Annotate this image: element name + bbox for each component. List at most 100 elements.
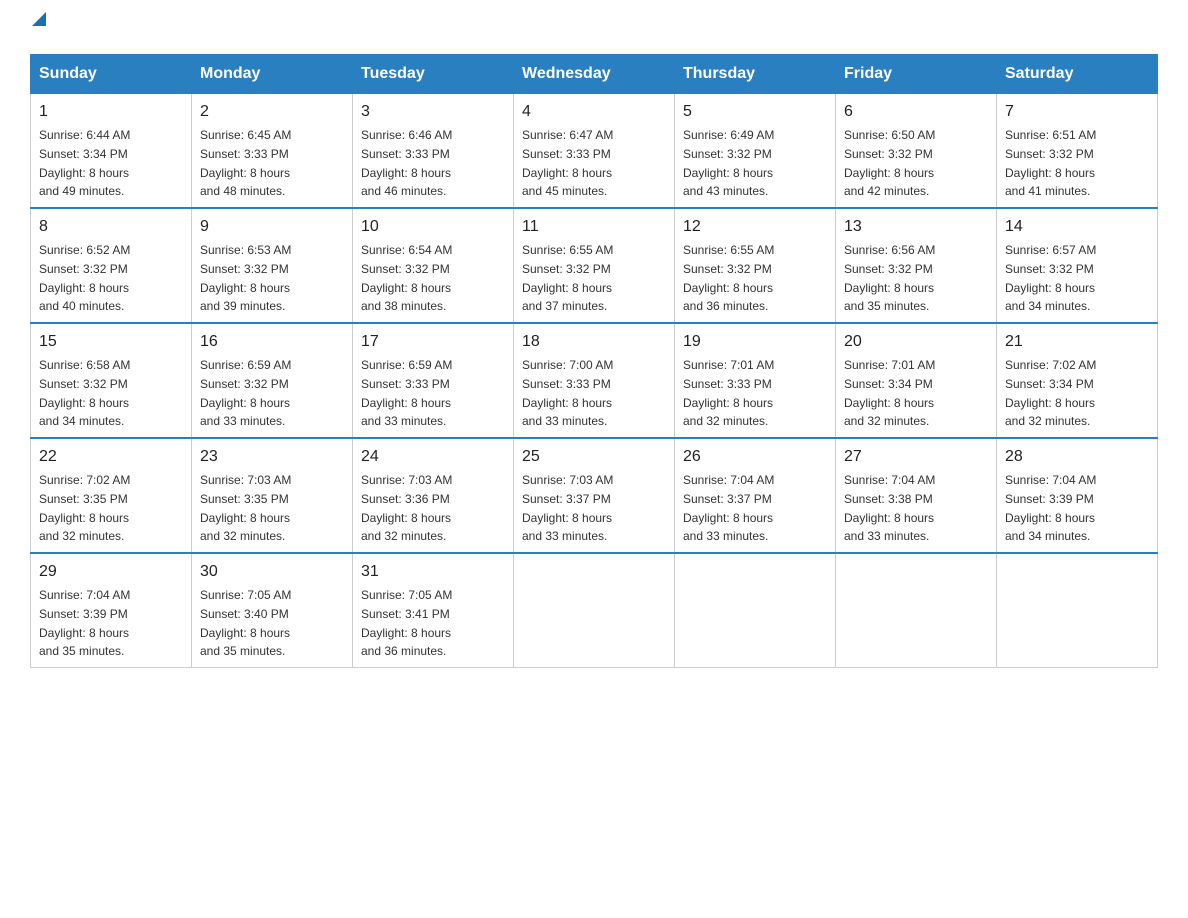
day-number: 25 <box>522 445 666 469</box>
calendar-week-row: 22 Sunrise: 7:02 AMSunset: 3:35 PMDaylig… <box>31 438 1158 553</box>
calendar-header-row: SundayMondayTuesdayWednesdayThursdayFrid… <box>31 55 1158 94</box>
day-number: 31 <box>361 560 505 584</box>
calendar-cell: 28 Sunrise: 7:04 AMSunset: 3:39 PMDaylig… <box>997 438 1158 553</box>
day-info: Sunrise: 7:03 AMSunset: 3:37 PMDaylight:… <box>522 473 613 543</box>
calendar-cell: 22 Sunrise: 7:02 AMSunset: 3:35 PMDaylig… <box>31 438 192 553</box>
calendar-cell: 12 Sunrise: 6:55 AMSunset: 3:32 PMDaylig… <box>675 208 836 323</box>
day-info: Sunrise: 7:04 AMSunset: 3:37 PMDaylight:… <box>683 473 774 543</box>
day-info: Sunrise: 6:50 AMSunset: 3:32 PMDaylight:… <box>844 128 935 198</box>
day-number: 21 <box>1005 330 1149 354</box>
calendar-cell: 25 Sunrise: 7:03 AMSunset: 3:37 PMDaylig… <box>514 438 675 553</box>
day-info: Sunrise: 6:55 AMSunset: 3:32 PMDaylight:… <box>683 243 774 313</box>
day-number: 16 <box>200 330 344 354</box>
day-number: 4 <box>522 100 666 124</box>
calendar-cell: 3 Sunrise: 6:46 AMSunset: 3:33 PMDayligh… <box>353 94 514 209</box>
calendar-cell: 8 Sunrise: 6:52 AMSunset: 3:32 PMDayligh… <box>31 208 192 323</box>
day-info: Sunrise: 7:01 AMSunset: 3:33 PMDaylight:… <box>683 358 774 428</box>
day-info: Sunrise: 6:51 AMSunset: 3:32 PMDaylight:… <box>1005 128 1096 198</box>
day-info: Sunrise: 7:00 AMSunset: 3:33 PMDaylight:… <box>522 358 613 428</box>
calendar-cell: 16 Sunrise: 6:59 AMSunset: 3:32 PMDaylig… <box>192 323 353 438</box>
day-number: 3 <box>361 100 505 124</box>
day-number: 13 <box>844 215 988 239</box>
calendar-cell: 21 Sunrise: 7:02 AMSunset: 3:34 PMDaylig… <box>997 323 1158 438</box>
calendar-cell: 2 Sunrise: 6:45 AMSunset: 3:33 PMDayligh… <box>192 94 353 209</box>
day-number: 28 <box>1005 445 1149 469</box>
calendar-cell <box>514 553 675 668</box>
calendar-cell: 19 Sunrise: 7:01 AMSunset: 3:33 PMDaylig… <box>675 323 836 438</box>
calendar-cell: 5 Sunrise: 6:49 AMSunset: 3:32 PMDayligh… <box>675 94 836 209</box>
calendar-cell: 1 Sunrise: 6:44 AMSunset: 3:34 PMDayligh… <box>31 94 192 209</box>
calendar-cell: 4 Sunrise: 6:47 AMSunset: 3:33 PMDayligh… <box>514 94 675 209</box>
day-info: Sunrise: 7:02 AMSunset: 3:34 PMDaylight:… <box>1005 358 1096 428</box>
calendar-cell: 6 Sunrise: 6:50 AMSunset: 3:32 PMDayligh… <box>836 94 997 209</box>
day-number: 14 <box>1005 215 1149 239</box>
calendar-week-row: 29 Sunrise: 7:04 AMSunset: 3:39 PMDaylig… <box>31 553 1158 668</box>
day-number: 15 <box>39 330 183 354</box>
calendar-cell: 9 Sunrise: 6:53 AMSunset: 3:32 PMDayligh… <box>192 208 353 323</box>
calendar-cell <box>997 553 1158 668</box>
day-info: Sunrise: 6:45 AMSunset: 3:33 PMDaylight:… <box>200 128 291 198</box>
calendar-cell: 10 Sunrise: 6:54 AMSunset: 3:32 PMDaylig… <box>353 208 514 323</box>
calendar-week-row: 15 Sunrise: 6:58 AMSunset: 3:32 PMDaylig… <box>31 323 1158 438</box>
day-info: Sunrise: 6:58 AMSunset: 3:32 PMDaylight:… <box>39 358 130 428</box>
day-number: 22 <box>39 445 183 469</box>
day-number: 6 <box>844 100 988 124</box>
day-info: Sunrise: 7:03 AMSunset: 3:35 PMDaylight:… <box>200 473 291 543</box>
day-info: Sunrise: 7:01 AMSunset: 3:34 PMDaylight:… <box>844 358 935 428</box>
day-info: Sunrise: 6:47 AMSunset: 3:33 PMDaylight:… <box>522 128 613 198</box>
calendar-cell <box>836 553 997 668</box>
calendar-cell: 14 Sunrise: 6:57 AMSunset: 3:32 PMDaylig… <box>997 208 1158 323</box>
day-info: Sunrise: 6:56 AMSunset: 3:32 PMDaylight:… <box>844 243 935 313</box>
day-number: 19 <box>683 330 827 354</box>
day-info: Sunrise: 6:55 AMSunset: 3:32 PMDaylight:… <box>522 243 613 313</box>
day-number: 7 <box>1005 100 1149 124</box>
column-header-monday: Monday <box>192 55 353 94</box>
column-header-friday: Friday <box>836 55 997 94</box>
day-number: 27 <box>844 445 988 469</box>
column-header-wednesday: Wednesday <box>514 55 675 94</box>
day-number: 26 <box>683 445 827 469</box>
day-number: 8 <box>39 215 183 239</box>
logo <box>30 20 46 34</box>
day-info: Sunrise: 6:46 AMSunset: 3:33 PMDaylight:… <box>361 128 452 198</box>
day-number: 2 <box>200 100 344 124</box>
day-info: Sunrise: 7:05 AMSunset: 3:41 PMDaylight:… <box>361 588 452 658</box>
day-number: 5 <box>683 100 827 124</box>
day-info: Sunrise: 7:04 AMSunset: 3:38 PMDaylight:… <box>844 473 935 543</box>
day-number: 23 <box>200 445 344 469</box>
column-header-thursday: Thursday <box>675 55 836 94</box>
calendar-week-row: 1 Sunrise: 6:44 AMSunset: 3:34 PMDayligh… <box>31 94 1158 209</box>
day-number: 20 <box>844 330 988 354</box>
day-number: 11 <box>522 215 666 239</box>
day-number: 10 <box>361 215 505 239</box>
calendar-cell: 18 Sunrise: 7:00 AMSunset: 3:33 PMDaylig… <box>514 323 675 438</box>
calendar-cell: 7 Sunrise: 6:51 AMSunset: 3:32 PMDayligh… <box>997 94 1158 209</box>
day-info: Sunrise: 7:04 AMSunset: 3:39 PMDaylight:… <box>39 588 130 658</box>
calendar-cell: 15 Sunrise: 6:58 AMSunset: 3:32 PMDaylig… <box>31 323 192 438</box>
calendar-cell: 13 Sunrise: 6:56 AMSunset: 3:32 PMDaylig… <box>836 208 997 323</box>
day-info: Sunrise: 6:59 AMSunset: 3:32 PMDaylight:… <box>200 358 291 428</box>
day-info: Sunrise: 7:03 AMSunset: 3:36 PMDaylight:… <box>361 473 452 543</box>
day-number: 30 <box>200 560 344 584</box>
calendar-cell: 17 Sunrise: 6:59 AMSunset: 3:33 PMDaylig… <box>353 323 514 438</box>
calendar-cell: 23 Sunrise: 7:03 AMSunset: 3:35 PMDaylig… <box>192 438 353 553</box>
logo-triangle-icon <box>32 12 46 26</box>
day-info: Sunrise: 6:44 AMSunset: 3:34 PMDaylight:… <box>39 128 130 198</box>
calendar-cell: 31 Sunrise: 7:05 AMSunset: 3:41 PMDaylig… <box>353 553 514 668</box>
calendar-cell: 11 Sunrise: 6:55 AMSunset: 3:32 PMDaylig… <box>514 208 675 323</box>
calendar-cell: 20 Sunrise: 7:01 AMSunset: 3:34 PMDaylig… <box>836 323 997 438</box>
column-header-sunday: Sunday <box>31 55 192 94</box>
day-info: Sunrise: 6:57 AMSunset: 3:32 PMDaylight:… <box>1005 243 1096 313</box>
calendar-cell: 24 Sunrise: 7:03 AMSunset: 3:36 PMDaylig… <box>353 438 514 553</box>
day-number: 24 <box>361 445 505 469</box>
day-info: Sunrise: 7:04 AMSunset: 3:39 PMDaylight:… <box>1005 473 1096 543</box>
day-info: Sunrise: 6:52 AMSunset: 3:32 PMDaylight:… <box>39 243 130 313</box>
calendar-cell: 26 Sunrise: 7:04 AMSunset: 3:37 PMDaylig… <box>675 438 836 553</box>
day-number: 9 <box>200 215 344 239</box>
column-header-saturday: Saturday <box>997 55 1158 94</box>
day-info: Sunrise: 6:53 AMSunset: 3:32 PMDaylight:… <box>200 243 291 313</box>
day-info: Sunrise: 6:49 AMSunset: 3:32 PMDaylight:… <box>683 128 774 198</box>
calendar-week-row: 8 Sunrise: 6:52 AMSunset: 3:32 PMDayligh… <box>31 208 1158 323</box>
calendar-cell <box>675 553 836 668</box>
calendar-table: SundayMondayTuesdayWednesdayThursdayFrid… <box>30 54 1158 668</box>
